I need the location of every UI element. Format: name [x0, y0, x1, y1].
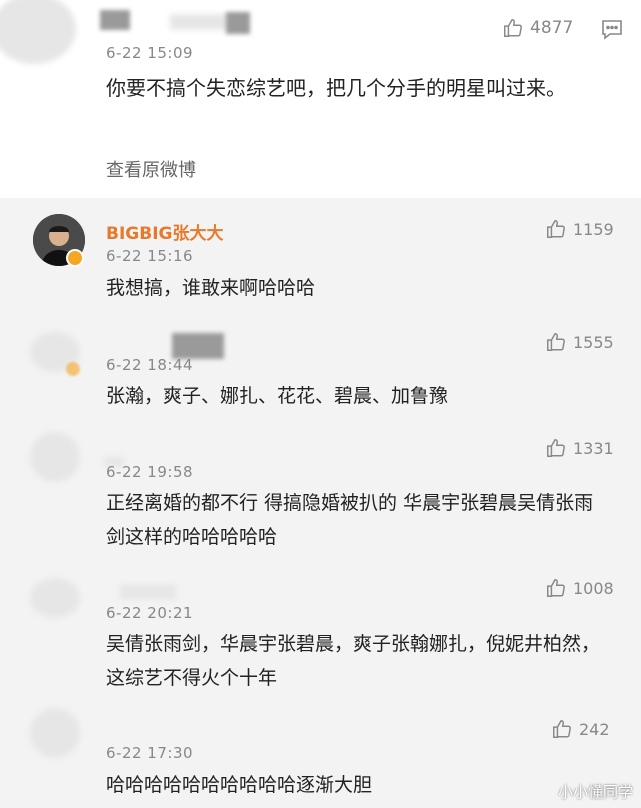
verified-badge-icon	[66, 249, 84, 267]
username-redacted[interactable]	[120, 585, 176, 599]
reply-text: 哈哈哈哈哈哈哈哈哈哈逐渐大胆	[106, 774, 373, 796]
thumbs-up-icon	[547, 220, 565, 238]
reply-time: 6-22 20:21	[106, 604, 194, 622]
comment-text: 你要不搞个失恋综艺吧，把几个分手的明星叫过来。	[106, 76, 566, 100]
like-button[interactable]: 1331	[545, 437, 614, 459]
avatar[interactable]	[30, 578, 80, 618]
like-count: 1331	[573, 438, 614, 458]
like-button[interactable]: 1159	[545, 218, 614, 240]
like-button[interactable]: 1555	[545, 331, 614, 353]
verified-badge-icon	[66, 362, 80, 376]
reply-time: 6-22 18:44	[106, 356, 194, 374]
top-comment: 6-22 15:09 你要不搞个失恋综艺吧，把几个分手的明星叫过来。 查看原微博…	[0, 0, 641, 198]
avatar[interactable]	[0, 0, 76, 64]
like-button[interactable]: 4877	[502, 17, 573, 39]
like-count: 1555	[573, 332, 614, 352]
like-count: 1159	[573, 219, 614, 239]
avatar[interactable]	[30, 432, 80, 482]
thumbs-up-icon	[547, 439, 565, 457]
like-count: 1008	[573, 578, 614, 598]
username-redacted	[226, 12, 250, 34]
reply-time: 6-22 15:16	[106, 247, 194, 265]
like-count: 4877	[530, 18, 574, 38]
reply-time: 6-22 19:58	[106, 463, 194, 481]
comment-icon[interactable]	[600, 17, 624, 45]
reply-text: 我想搞，谁敢来啊哈哈哈	[106, 277, 316, 299]
username-redacted[interactable]	[100, 10, 130, 30]
thumbs-up-icon	[553, 720, 571, 738]
like-button[interactable]: 1008	[545, 577, 614, 599]
thumbs-up-icon	[547, 333, 565, 351]
comment-time: 6-22 15:09	[106, 44, 194, 62]
reply-author[interactable]: BIGBIG张大大	[106, 219, 223, 244]
avatar[interactable]	[30, 708, 80, 758]
watermark: 小小懂同学	[557, 783, 633, 801]
like-count: 242	[579, 719, 610, 739]
reply-text: 吴倩张雨剑，华晨宇张碧晨，爽子张翰娜扎，倪妮井柏然，这综艺不得火个十年	[106, 633, 601, 689]
reply-time: 6-22 17:30	[106, 744, 194, 762]
username-redacted	[170, 14, 230, 30]
view-original-link[interactable]: 查看原微博	[106, 156, 196, 182]
like-button[interactable]: 242	[551, 718, 610, 740]
reply-text: 正经离婚的都不行 得搞隐婚被扒的 华晨宇张碧晨吴倩张雨剑这样的哈哈哈哈哈	[106, 492, 594, 548]
reply-text: 张瀚，爽子、娜扎、花花、碧晨、加鲁豫	[106, 385, 449, 407]
thumbs-up-icon	[504, 19, 522, 37]
thumbs-up-icon	[547, 579, 565, 597]
